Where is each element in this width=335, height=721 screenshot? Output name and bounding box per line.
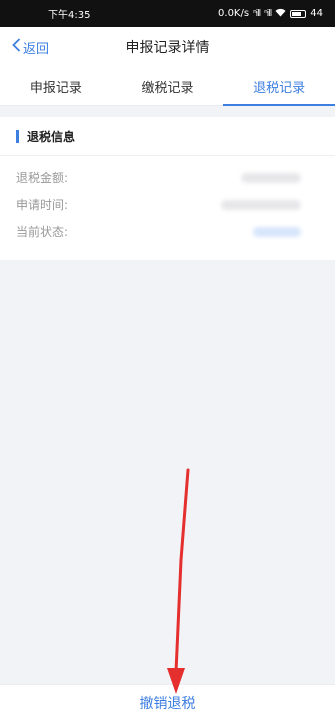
redacted-status-value [253, 226, 301, 237]
status-indicators: 0.0K/s ⁿill ⁿill 44 [218, 8, 323, 20]
signal-icon-2: ⁿill [264, 8, 272, 19]
cancel-refund-button[interactable]: 撤销退税 [140, 693, 196, 713]
status-bar: 下午4:35 0.0K/s ⁿill ⁿill 44 [0, 0, 335, 27]
network-speed: 0.0K/s [218, 8, 250, 19]
bottom-action-bar: 撤销退税 [0, 684, 335, 721]
tab-declaration-records[interactable]: 申报记录 [0, 67, 112, 105]
redacted-value [241, 172, 301, 183]
annotation-arrow [167, 468, 190, 694]
signal-icon: ⁿill [253, 8, 261, 19]
section-header: 退税信息 [0, 117, 335, 156]
field-current-status: 当前状态: [0, 218, 335, 245]
section-accent-bar [16, 129, 19, 143]
record-tabs: 申报记录 缴税记录 退税记录 [0, 67, 335, 106]
field-label: 当前状态: [16, 225, 69, 239]
refund-info-card: 退税信息 退税金额: 申请时间: 当前状态: [0, 117, 335, 260]
field-label: 退税金额: [16, 171, 69, 185]
redacted-value [221, 199, 301, 210]
chevron-left-icon [12, 38, 21, 56]
field-label: 申请时间: [16, 198, 69, 212]
wifi-icon [275, 8, 286, 20]
status-time: 下午4:35 [48, 10, 91, 21]
battery-icon [290, 9, 307, 18]
section-title: 退税信息 [27, 129, 76, 144]
back-button[interactable]: 返回 [12, 27, 49, 67]
field-application-time: 申请时间: [0, 191, 335, 218]
field-refund-amount: 退税金额: [0, 164, 335, 191]
tab-refund-records[interactable]: 退税记录 [223, 67, 335, 106]
tab-payment-records[interactable]: 缴税记录 [112, 67, 224, 105]
navigation-bar: 返回 申报记录详情 [0, 27, 335, 67]
back-label: 返回 [23, 41, 50, 57]
battery-level: 44 [310, 8, 323, 19]
page-title: 申报记录详情 [125, 40, 210, 56]
